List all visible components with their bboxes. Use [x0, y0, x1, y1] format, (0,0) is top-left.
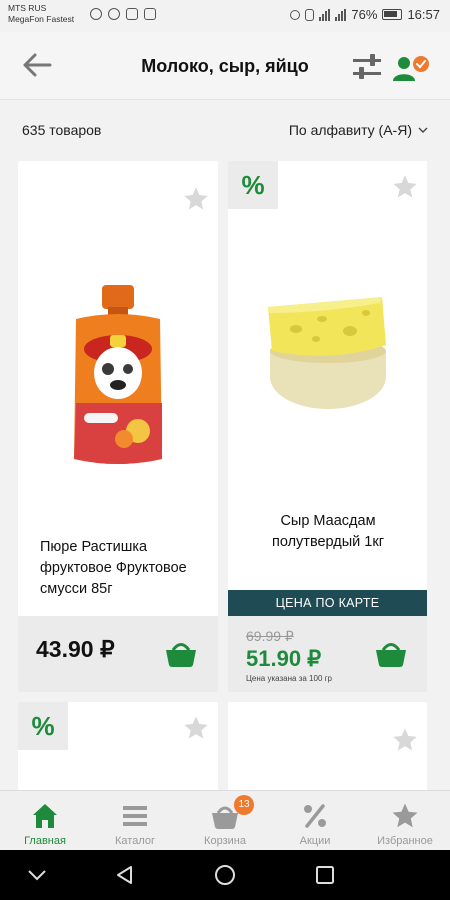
nav-label: Каталог: [115, 835, 155, 847]
product-card[interactable]: [228, 702, 427, 802]
battery-percent: 76%: [351, 7, 378, 22]
percent-icon: %: [241, 169, 265, 200]
sync-icon: [90, 8, 102, 20]
bottom-navigation: Главная Каталог 13 Корзина Акции Избранн…: [0, 790, 450, 850]
product-price: 51.90 ₽: [246, 646, 322, 671]
alarm-icon: [290, 9, 301, 20]
user-check-icon[interactable]: [392, 54, 430, 82]
carrier-network: MegaFon Fastest: [8, 14, 75, 24]
nav-label: Главная: [24, 835, 66, 847]
product-count: 635 товаров: [22, 122, 102, 138]
vibrate-icon: [305, 8, 315, 21]
sort-label: По алфавиту (А-Я): [288, 122, 412, 138]
location-icon: [108, 8, 120, 20]
product-image: [74, 285, 162, 464]
discount-badge: %: [228, 161, 278, 209]
nav-cart[interactable]: 13 Корзина: [180, 791, 270, 851]
chevron-down-icon: [418, 127, 428, 133]
price-box: 69.99 ₽ 51.90 ₽ Цена указана за 100 гр: [228, 616, 427, 692]
card-price-label: ЦЕНА ПО КАРТЕ: [228, 590, 427, 616]
signal-icon: [319, 8, 331, 21]
percent-icon: %: [31, 710, 55, 741]
basket-icon[interactable]: [374, 638, 408, 668]
nav-home[interactable]: Главная: [0, 791, 90, 851]
cart-count-badge: 13: [234, 795, 254, 815]
discount-badge: %: [18, 702, 68, 750]
old-price: 69.99 ₽: [246, 628, 294, 644]
carrier-name: MTS RUS: [8, 3, 47, 13]
back-triangle-icon[interactable]: [114, 864, 136, 886]
system-indicators: 76% 16:57: [290, 7, 440, 22]
status-bar: MTS RUS MegaFon Fastest 76% 16:57: [0, 0, 450, 32]
basket-icon[interactable]: [164, 638, 198, 668]
star-icon[interactable]: [182, 714, 210, 742]
product-name[interactable]: Пюре Растишка фруктовое Фруктовое смусси…: [40, 537, 210, 600]
product-card[interactable]: Пюре Растишка фруктовое Фруктовое смусси…: [18, 161, 218, 692]
email-icon: [144, 8, 156, 20]
system-navigation-bar: [0, 850, 450, 900]
battery-icon: [382, 9, 403, 20]
star-icon: [392, 803, 418, 828]
price-note: Цена указана за 100 гр: [246, 674, 332, 683]
home-icon: [33, 804, 57, 828]
star-icon[interactable]: [391, 173, 419, 201]
product-image: [268, 297, 386, 409]
gallery-icon: [126, 8, 138, 20]
product-price: 43.90 ₽: [36, 636, 115, 662]
home-circle-icon[interactable]: [214, 864, 236, 886]
nav-promotions[interactable]: Акции: [270, 791, 360, 851]
chevron-down-icon[interactable]: [26, 864, 48, 886]
price-box: 43.90 ₽: [18, 616, 218, 692]
product-name[interactable]: Сыр Маасдам полутвердый 1кг: [242, 511, 414, 553]
recent-apps-icon[interactable]: [314, 864, 336, 886]
list-icon: [123, 806, 147, 826]
product-card[interactable]: % Сыр Маасдам полутвердый 1кг ЦЕНА ПО КА…: [228, 161, 427, 692]
notification-icons: [90, 8, 156, 20]
signal-2-icon: [335, 8, 347, 21]
clock: 16:57: [407, 7, 440, 22]
nav-favorites[interactable]: Избранное: [360, 791, 450, 851]
nav-label: Акции: [299, 835, 331, 847]
nav-catalog[interactable]: Каталог: [90, 791, 180, 851]
percent-icon: [304, 804, 326, 828]
product-card[interactable]: %: [18, 702, 218, 802]
app-header: Молоко, сыр, яйцо: [0, 32, 450, 100]
sort-dropdown[interactable]: По алфавиту (А-Я): [289, 122, 428, 138]
carrier-info: MTS RUS MegaFon Fastest: [8, 3, 74, 25]
star-icon[interactable]: [182, 185, 210, 213]
sliders-icon[interactable]: [351, 52, 383, 82]
nav-label: Корзина: [204, 835, 246, 847]
list-toolbar: 635 товаров По алфавиту (А-Я): [0, 100, 450, 156]
star-icon[interactable]: [391, 726, 419, 754]
nav-label: Избранное: [377, 835, 433, 847]
